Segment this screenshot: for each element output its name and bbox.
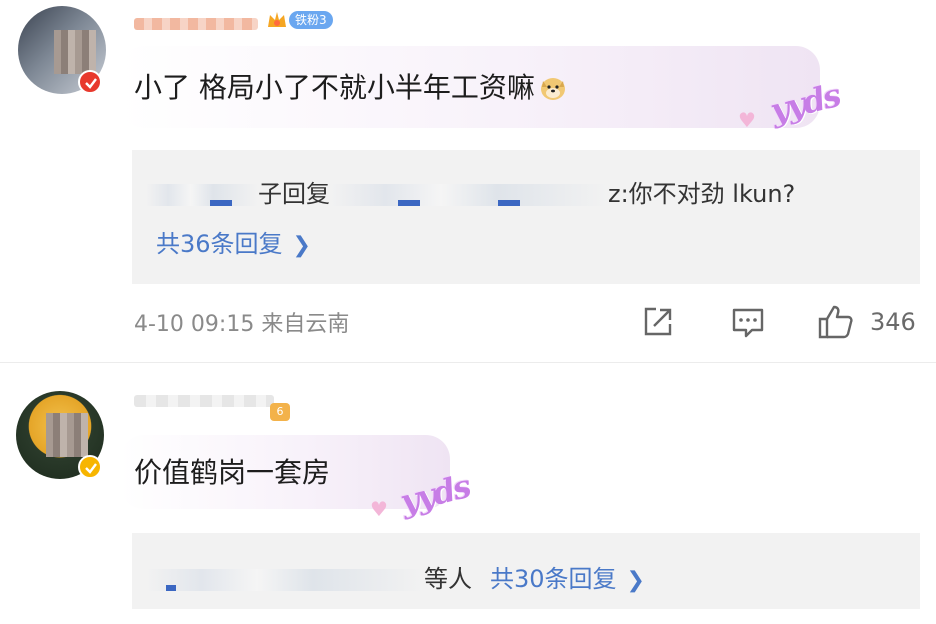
verified-check-icon xyxy=(78,455,102,479)
verified-badge-icon xyxy=(78,70,102,94)
mosaic-blur xyxy=(54,30,96,74)
comment-text: 价值鹤岗一套房 xyxy=(134,456,331,489)
crown-icon xyxy=(268,12,286,27)
fan-badge-label: 铁粉3 xyxy=(289,11,333,29)
like-count: 346 xyxy=(870,308,916,336)
chevron-right-icon: ❯ xyxy=(626,568,645,593)
level-badge: 6 xyxy=(270,403,290,421)
reply-preview-box[interactable] xyxy=(132,150,920,284)
heart-decoration-icon: ♥ xyxy=(738,108,756,132)
reply-suffix: 等人 xyxy=(424,565,472,593)
reply-target-blurred xyxy=(330,184,608,206)
more-replies-link[interactable]: 共36条回复 ❯ xyxy=(156,224,311,259)
comment-item: 铁粉3 小了 格局小了不就小半年工资嘛 ♥ yyds 子回复 z:你不对劲 lku… xyxy=(0,0,936,362)
doge-emoji-icon xyxy=(539,75,567,101)
username-blurred[interactable] xyxy=(134,395,274,407)
reply-suffix: z:你不对劲 lkun? xyxy=(608,180,796,208)
username-blurred[interactable] xyxy=(134,18,258,30)
share-button[interactable] xyxy=(640,302,676,342)
reply-author-blurred xyxy=(146,184,258,206)
comment-icon xyxy=(732,308,764,338)
reply-prefix: 子回复 xyxy=(258,180,330,208)
reply-authors-blurred xyxy=(146,569,424,591)
chevron-right-icon: ❯ xyxy=(292,233,311,258)
share-icon xyxy=(644,307,672,336)
heart-decoration-icon: ♥ xyxy=(370,497,388,521)
more-replies-link[interactable]: 共30条回复 ❯ xyxy=(490,565,645,593)
like-button[interactable]: 346 xyxy=(816,302,916,342)
comment-button[interactable] xyxy=(730,302,766,342)
fan-badge[interactable]: 铁粉3 xyxy=(266,8,333,32)
reply-preview-line[interactable]: 子回复 z:你不对劲 lkun? xyxy=(146,174,795,209)
more-replies-label: 共30条回复 xyxy=(490,565,617,593)
comment-text: 小了 格局小了不就小半年工资嘛 xyxy=(134,66,567,106)
comment-text-content: 小了 格局小了不就小半年工资嘛 xyxy=(134,71,535,104)
like-icon xyxy=(818,305,853,339)
comment-item: 6 价值鹤岗一套房 ♥ yyds 等人 共30条回复 ❯ xyxy=(0,362,936,624)
reply-preview-line[interactable]: 等人 共30条回复 ❯ xyxy=(146,559,645,594)
comment-timestamp: 4-10 09:15 来自云南 xyxy=(134,312,350,337)
more-replies-label: 共36条回复 xyxy=(156,230,283,258)
mosaic-blur xyxy=(46,413,88,457)
